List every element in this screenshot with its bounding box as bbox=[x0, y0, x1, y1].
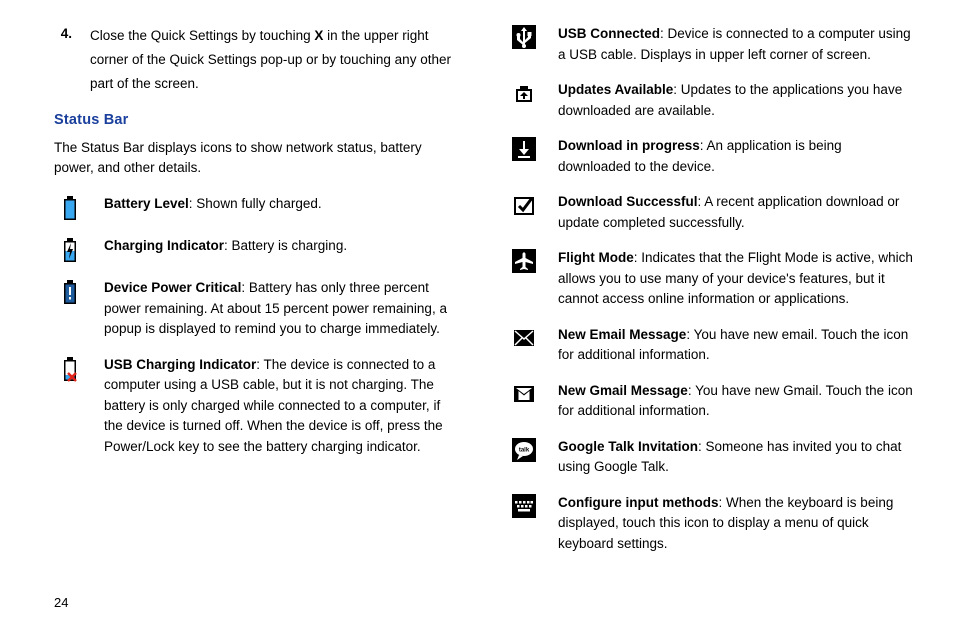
usb-icon bbox=[508, 24, 540, 49]
title-text: Flight Mode bbox=[558, 250, 634, 265]
step-4: 4. Close the Quick Settings by touching … bbox=[54, 24, 460, 96]
row-battery-level: Battery Level: Shown fully charged. bbox=[54, 194, 460, 221]
icon-desc: New Gmail Message: You have new Gmail. T… bbox=[558, 381, 914, 422]
gmail-icon bbox=[508, 381, 540, 406]
icon-desc: Device Power Critical: Battery has only … bbox=[104, 278, 460, 340]
status-bar-intro: The Status Bar displays icons to show ne… bbox=[54, 138, 460, 179]
desc-text: : Battery is charging. bbox=[224, 238, 347, 253]
battery-full-icon bbox=[54, 194, 86, 221]
step-text: Close the Quick Settings by touching X i… bbox=[90, 24, 460, 96]
icon-desc: Google Talk Invitation: Someone has invi… bbox=[558, 437, 914, 478]
title-text: USB Charging Indicator bbox=[104, 357, 256, 372]
row-download-successful: Download Successful: A recent applicatio… bbox=[508, 192, 914, 233]
row-configure-input: Configure input methods: When the keyboa… bbox=[508, 493, 914, 555]
title-text: Download Successful bbox=[558, 194, 698, 209]
icon-desc: Updates Available: Updates to the applic… bbox=[558, 80, 914, 121]
page-number: 24 bbox=[54, 593, 68, 613]
title-text: Device Power Critical bbox=[104, 280, 241, 295]
row-google-talk: talk Google Talk Invitation: Someone has… bbox=[508, 437, 914, 478]
battery-charging-icon bbox=[54, 236, 86, 263]
row-flight-mode: Flight Mode: Indicates that the Flight M… bbox=[508, 248, 914, 310]
google-talk-icon: talk bbox=[508, 437, 540, 462]
row-download-progress: Download in progress: An application is … bbox=[508, 136, 914, 177]
row-charging-indicator: Charging Indicator: Battery is charging. bbox=[54, 236, 460, 263]
icon-desc: USB Charging Indicator: The device is co… bbox=[104, 355, 460, 458]
icon-desc: Configure input methods: When the keyboa… bbox=[558, 493, 914, 555]
svg-text:talk: talk bbox=[519, 447, 530, 453]
step-number: 4. bbox=[54, 24, 72, 96]
icon-desc: Flight Mode: Indicates that the Flight M… bbox=[558, 248, 914, 310]
status-bar-heading: Status Bar bbox=[54, 110, 460, 132]
step-text-pre: Close the Quick Settings by touching bbox=[90, 28, 314, 43]
flight-mode-icon bbox=[508, 248, 540, 273]
email-icon bbox=[508, 325, 540, 350]
icon-desc: USB Connected: Device is connected to a … bbox=[558, 24, 914, 65]
updates-available-icon bbox=[508, 80, 540, 105]
usb-charging-icon bbox=[54, 355, 86, 382]
row-updates-available: Updates Available: Updates to the applic… bbox=[508, 80, 914, 121]
icon-desc: New Email Message: You have new email. T… bbox=[558, 325, 914, 366]
title-text: Google Talk Invitation bbox=[558, 439, 698, 454]
download-progress-icon bbox=[508, 136, 540, 161]
title-text: New Gmail Message bbox=[558, 383, 688, 398]
title-text: Updates Available bbox=[558, 82, 673, 97]
desc-text: : Shown fully charged. bbox=[189, 196, 322, 211]
icon-desc: Download Successful: A recent applicatio… bbox=[558, 192, 914, 233]
title-text: Download in progress bbox=[558, 138, 700, 153]
title-text: Battery Level bbox=[104, 196, 189, 211]
row-new-email: New Email Message: You have new email. T… bbox=[508, 325, 914, 366]
keyboard-icon bbox=[508, 493, 540, 518]
right-column: USB Connected: Device is connected to a … bbox=[508, 24, 914, 569]
title-text: Charging Indicator bbox=[104, 238, 224, 253]
row-usb-charging-indicator: USB Charging Indicator: The device is co… bbox=[54, 355, 460, 458]
battery-critical-icon bbox=[54, 278, 86, 305]
icon-desc: Download in progress: An application is … bbox=[558, 136, 914, 177]
title-text: New Email Message bbox=[558, 327, 686, 342]
row-usb-connected: USB Connected: Device is connected to a … bbox=[508, 24, 914, 65]
title-text: Configure input methods bbox=[558, 495, 718, 510]
icon-desc: Battery Level: Shown fully charged. bbox=[104, 194, 460, 215]
title-text: USB Connected bbox=[558, 26, 660, 41]
left-column: 4. Close the Quick Settings by touching … bbox=[54, 24, 460, 569]
row-new-gmail: New Gmail Message: You have new Gmail. T… bbox=[508, 381, 914, 422]
icon-desc: Charging Indicator: Battery is charging. bbox=[104, 236, 460, 257]
row-device-power-critical: Device Power Critical: Battery has only … bbox=[54, 278, 460, 340]
download-success-icon bbox=[508, 192, 540, 217]
